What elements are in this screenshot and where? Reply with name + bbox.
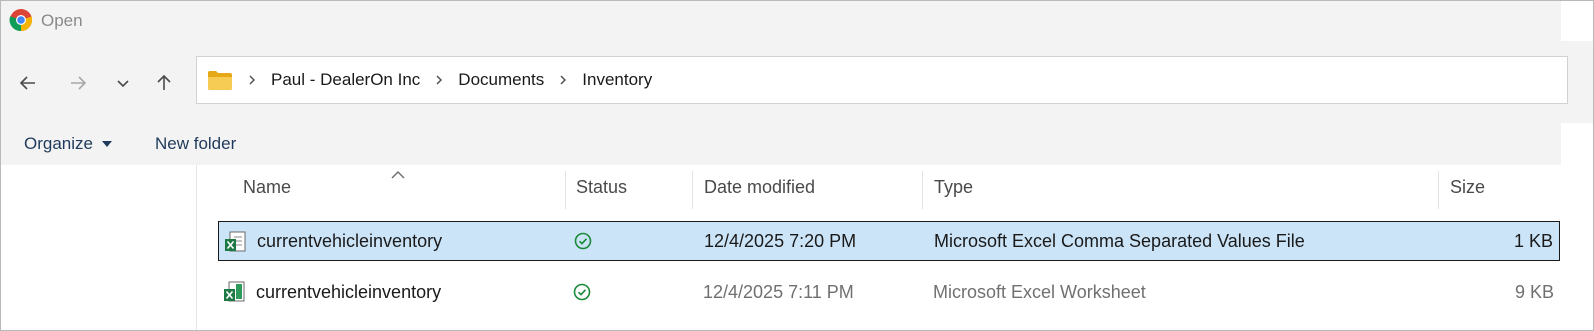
file-type: Microsoft Excel Comma Separated Values F… — [934, 230, 1305, 251]
organize-button[interactable]: Organize — [24, 134, 113, 154]
folder-icon — [208, 71, 232, 90]
title-bar: Open — [1, 1, 1561, 41]
column-header-status[interactable]: Status — [564, 165, 692, 209]
breadcrumb-item[interactable]: Documents — [458, 70, 544, 90]
new-folder-label: New folder — [155, 134, 237, 153]
column-header-size[interactable]: Size — [1438, 165, 1558, 209]
breadcrumb-item[interactable]: Paul - DealerOn Inc — [271, 70, 420, 90]
new-folder-button[interactable]: New folder — [155, 134, 236, 154]
column-header-type[interactable]: Type — [922, 165, 1438, 209]
open-dialog: Open Paul - DealerOn Inc Documents Inven… — [0, 0, 1594, 331]
command-bar: Organize New folder — [1, 123, 1561, 165]
breadcrumb-separator-icon — [556, 73, 570, 87]
column-header-status-label: Status — [576, 176, 628, 197]
breadcrumb-separator-icon — [245, 73, 259, 87]
file-row[interactable]: currentvehicleinventory 12/4/2025 7:20 P… — [218, 221, 1560, 261]
breadcrumb-separator-icon — [432, 73, 446, 87]
window-title: Open — [41, 11, 83, 30]
synced-check-icon — [573, 283, 591, 301]
column-header-type-label: Type — [934, 176, 974, 197]
file-size: 1 KB — [1513, 230, 1553, 251]
recent-locations-button[interactable] — [108, 68, 138, 98]
navigation-pane — [1, 165, 196, 330]
forward-button[interactable] — [63, 68, 93, 98]
file-size: 9 KB — [1514, 281, 1554, 302]
synced-check-icon — [574, 232, 592, 250]
file-list: Name Status Date modified Type Size curr… — [196, 165, 1593, 330]
organize-label: Organize — [24, 134, 93, 153]
file-type: Microsoft Excel Worksheet — [933, 281, 1146, 302]
file-name: currentvehicleinventory — [257, 230, 443, 251]
chevron-down-icon — [117, 80, 129, 88]
arrow-up-icon — [157, 74, 171, 90]
column-header-date-modified-label: Date modified — [704, 176, 816, 197]
back-button[interactable] — [13, 68, 43, 98]
chrome-icon — [9, 9, 33, 32]
file-row[interactable]: currentvehicleinventory 12/4/2025 7:11 P… — [218, 272, 1560, 312]
column-header-size-label: Size — [1450, 176, 1486, 197]
status-cell — [573, 272, 591, 312]
caret-down-icon — [101, 141, 112, 147]
up-button[interactable] — [149, 68, 179, 98]
excel-csv-file-icon — [225, 231, 246, 252]
navigation-row: Paul - DealerOn Inc Documents Inventory — [1, 41, 1593, 123]
arrow-left-icon — [19, 76, 35, 90]
date-modified: 12/4/2025 7:11 PM — [703, 281, 854, 302]
arrow-right-icon — [71, 76, 87, 90]
breadcrumb-item[interactable]: Inventory — [582, 70, 652, 90]
column-header-name-label: Name — [243, 176, 292, 197]
column-header-date-modified[interactable]: Date modified — [692, 165, 922, 209]
status-cell — [574, 222, 592, 260]
address-bar[interactable]: Paul - DealerOn Inc Documents Inventory — [196, 56, 1568, 104]
column-header-name[interactable]: Name — [231, 165, 565, 209]
file-name: currentvehicleinventory — [256, 281, 442, 302]
date-modified: 12/4/2025 7:20 PM — [704, 230, 857, 251]
excel-worksheet-file-icon — [224, 281, 245, 302]
